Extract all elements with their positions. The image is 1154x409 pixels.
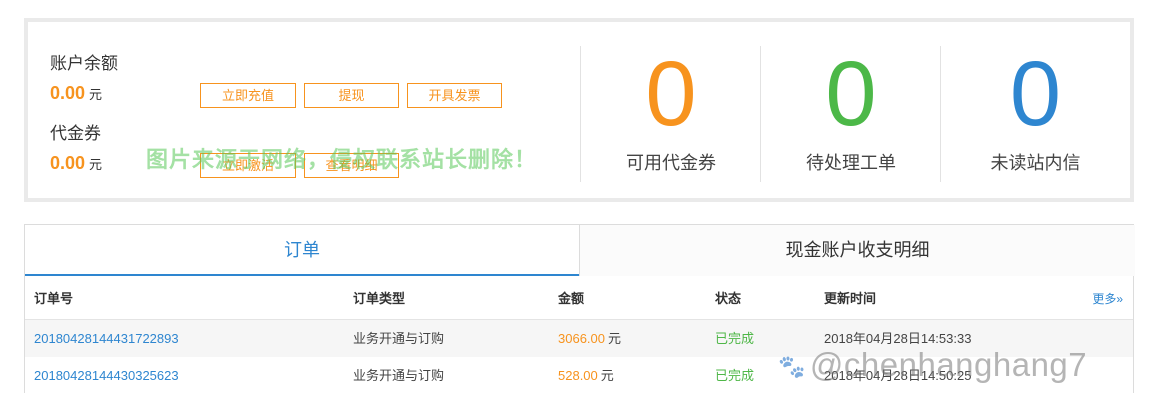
invoice-button[interactable]: 开具发票 [407, 83, 502, 108]
stat-unread-messages[interactable]: 0 未读站内信 [941, 22, 1130, 198]
voucher-details-button[interactable]: 查看明细 [304, 153, 399, 178]
header-order-no: 订单号 [34, 291, 74, 306]
stat-label: 未读站内信 [990, 153, 1081, 173]
stat-label: 待处理工单 [806, 153, 896, 173]
table-row: 20180428144431722893 业务开通与订购 3066.00 元 已完… [25, 320, 1133, 357]
voucher-amount: 0.00 元 [50, 153, 102, 174]
amount-value: 3066.00 [558, 331, 605, 346]
header-updated: 更新时间 [824, 291, 877, 306]
balance-label: 账户余额 [50, 54, 118, 73]
order-status: 已完成 [715, 331, 755, 346]
order-type: 业务开通与订购 [353, 368, 445, 383]
order-amount: 3066.00 元 [558, 320, 621, 357]
amount-unit: 元 [608, 331, 622, 346]
balance-value: 0.00 [50, 83, 86, 103]
withdraw-button[interactable]: 提现 [304, 83, 399, 108]
account-balance-section: 账户余额 0.00 元 代金券 0.00 元 立即充值 提现 开具发票 立即激活 查… [28, 22, 582, 198]
stat-value: 0 [1009, 43, 1062, 145]
activate-voucher-button[interactable]: 立即激活 [200, 153, 296, 178]
table-row: 20180428144430325623 业务开通与订购 528.00 元 已完成… [25, 357, 1133, 394]
voucher-label: 代金券 [50, 124, 101, 143]
account-summary-panel: 账户余额 0.00 元 代金券 0.00 元 立即充值 提现 开具发票 立即激活 查… [24, 18, 1134, 202]
stat-pending-tickets[interactable]: 0 待处理工单 [761, 22, 941, 198]
voucher-unit: 元 [89, 157, 103, 172]
voucher-value: 0.00 [50, 153, 86, 173]
stat-value: 0 [645, 43, 697, 145]
order-updated-time: 2018年04月28日14:50:25 [824, 368, 972, 383]
more-link[interactable]: 更多» [1092, 278, 1123, 320]
order-number-link[interactable]: 20180428144431722893 [34, 320, 179, 357]
tab-bar: 订单 现金账户收支明细 [25, 225, 1135, 276]
tab-orders[interactable]: 订单 [25, 225, 579, 276]
order-number-link[interactable]: 20180428144430325623 [34, 357, 179, 394]
amount-value: 528.00 [558, 368, 598, 383]
stat-available-vouchers[interactable]: 0 可用代金券 [581, 22, 761, 198]
order-amount: 528.00 元 [558, 357, 614, 394]
order-status: 已完成 [715, 368, 755, 383]
stat-value: 0 [825, 43, 877, 145]
balance-amount: 0.00 元 [50, 83, 102, 104]
amount-unit: 元 [600, 368, 614, 383]
table-header: 订单号 订单类型 金额 状态 更新时间 更多» [25, 278, 1133, 320]
header-order-type: 订单类型 [353, 291, 406, 306]
header-amount: 金额 [558, 291, 585, 306]
balance-unit: 元 [89, 87, 103, 102]
header-status: 状态 [715, 291, 742, 306]
order-updated-time: 2018年04月28日14:53:33 [824, 331, 972, 346]
order-type: 业务开通与订购 [353, 331, 445, 346]
recharge-button[interactable]: 立即充值 [200, 83, 296, 108]
stat-label: 可用代金券 [626, 153, 716, 173]
tab-cash-flow[interactable]: 现金账户收支明细 [579, 225, 1135, 276]
orders-panel: 订单 现金账户收支明细 订单号 订单类型 金额 状态 更新时间 更多» 2018… [24, 224, 1135, 394]
